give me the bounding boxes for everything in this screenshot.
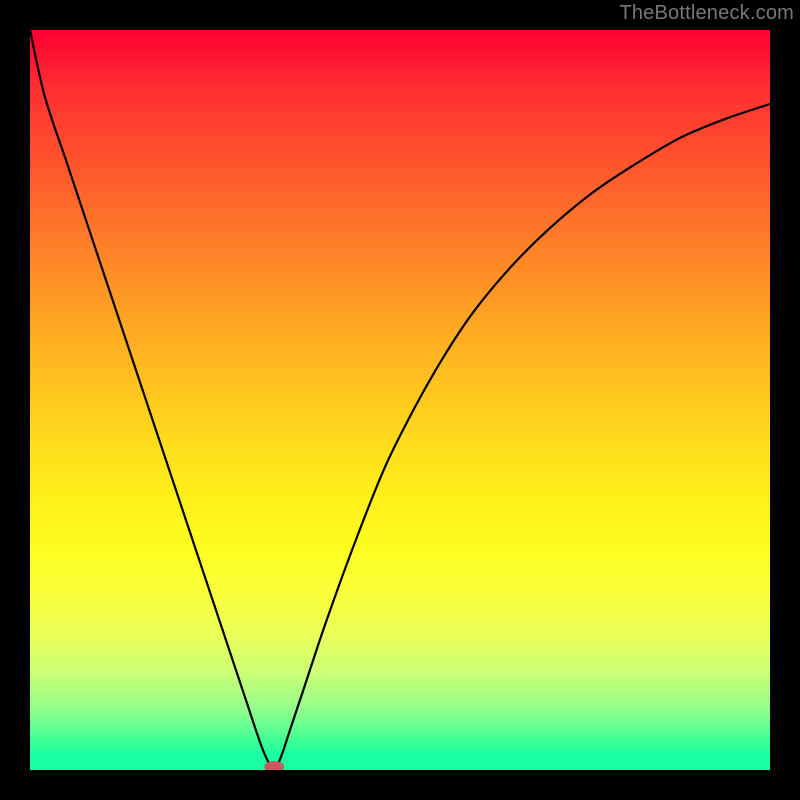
bottleneck-curve <box>30 30 770 770</box>
watermark-text: TheBottleneck.com <box>619 2 794 25</box>
curve-svg <box>30 30 770 770</box>
optimum-marker <box>264 761 284 770</box>
plot-area <box>30 30 770 770</box>
chart-container: TheBottleneck.com <box>0 0 800 800</box>
